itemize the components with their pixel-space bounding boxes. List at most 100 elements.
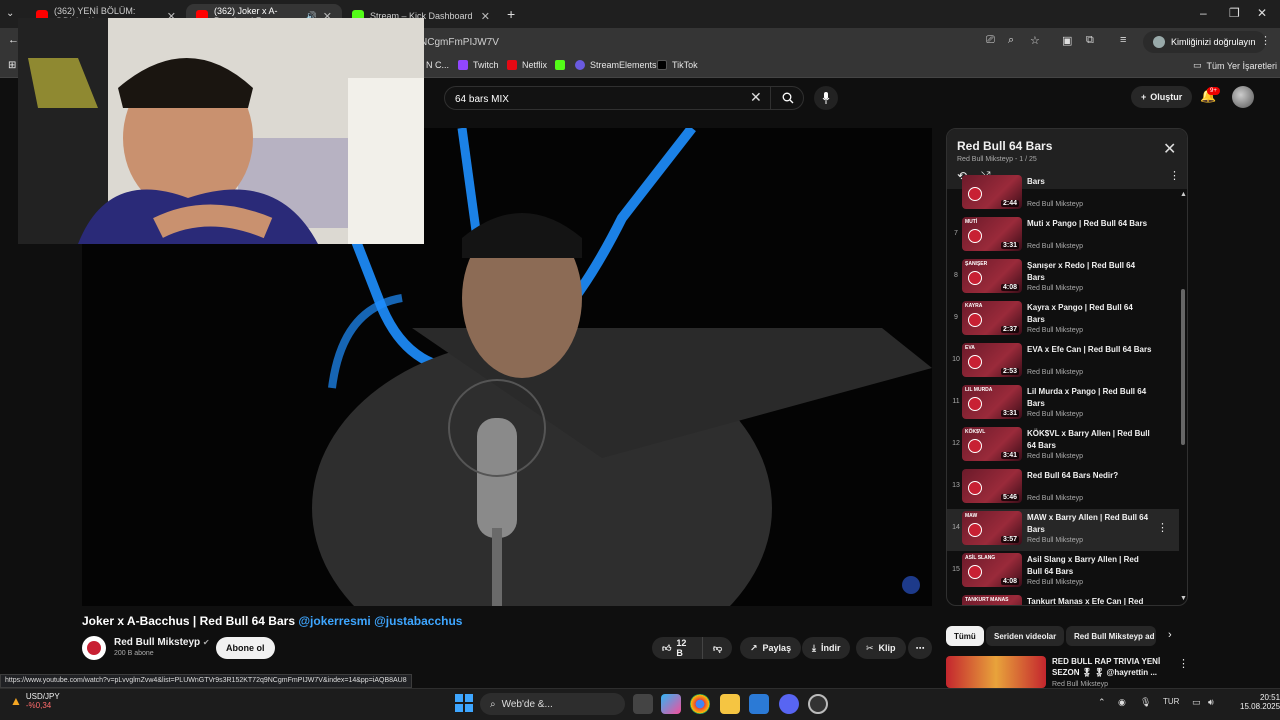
more-actions-button[interactable]: ⋯: [908, 637, 932, 659]
copilot-icon[interactable]: [661, 694, 681, 714]
playlist-item-thumbnail[interactable]: TANKURT MANAS: [962, 595, 1022, 605]
install-icon[interactable]: ⎚: [986, 34, 995, 47]
playlist-item-index: 11: [952, 398, 960, 405]
playlist-item-thumbnail[interactable]: MUTİ 3:31: [962, 217, 1022, 251]
menu-icon[interactable]: ⋮: [1260, 34, 1271, 47]
playlist-item-thumbnail[interactable]: MAW 3:57: [962, 511, 1022, 545]
share-label: Paylaş: [762, 643, 792, 653]
scroll-down-icon[interactable]: ▼: [1180, 595, 1187, 602]
playlist-item[interactable]: 10 EVA 2:53 EVA x Efe Can | Red Bull 64 Bar…: [947, 341, 1179, 383]
more-icon[interactable]: ⋮: [1178, 657, 1189, 670]
puzzle-icon[interactable]: ⧉: [1086, 34, 1094, 47]
tray-chevron-icon[interactable]: ⌃: [1098, 697, 1106, 708]
bookmark-1[interactable]: N C...: [426, 60, 449, 70]
playlist-item-thumbnail[interactable]: 2:44: [962, 175, 1022, 209]
download-button[interactable]: ⤓ İndir: [802, 637, 851, 659]
playlist-item-thumbnail[interactable]: KAYRA 2:37: [962, 301, 1022, 335]
tray-app-icon[interactable]: ◉: [1118, 697, 1126, 708]
obs-icon[interactable]: [808, 694, 828, 714]
scissors-icon: ✂: [866, 642, 874, 653]
account-avatar[interactable]: [1232, 86, 1254, 108]
apps-icon[interactable]: ⊞: [8, 60, 16, 71]
recommended-channel[interactable]: Red Bull Miksteyp: [1052, 681, 1108, 688]
bookmark-streamelements[interactable]: StreamElements: [575, 60, 657, 70]
search-button[interactable]: [770, 86, 804, 110]
search-input[interactable]: [455, 91, 745, 107]
playlist-item-channel: Red Bull Miksteyp: [1027, 243, 1084, 250]
playlist-item[interactable]: 9 KAYRA 2:37 Kayra x Pango | Red Bull 64 Ba…: [947, 299, 1179, 341]
zoom-icon[interactable]: ⌕: [1008, 34, 1014, 47]
playlist-item[interactable]: 14 MAW 3:57 MAW x Barry Allen | Red Bull 64…: [947, 509, 1179, 551]
widgets-button[interactable]: ▲ USD/JPY -%0,34: [10, 692, 60, 710]
playlist-item[interactable]: 15 ASİL SLANG 4:08 Asil Slang x Barry Allen…: [947, 551, 1179, 593]
bookmark-netflix[interactable]: Netflix: [507, 60, 547, 70]
bookmark-kick[interactable]: [555, 60, 565, 70]
playlist-scrollbar[interactable]: [1181, 289, 1185, 445]
all-bookmarks[interactable]: ▭ Tüm Yer İşaretleri: [1193, 60, 1277, 71]
extension-icon[interactable]: ▣: [1062, 34, 1072, 47]
playlist-item[interactable]: 16TANKURT MANASTankurt Manas x Efe Can |…: [947, 593, 1179, 605]
taskbar-search-label: Web'de &...: [501, 698, 553, 710]
bookmark-label: Twitch: [473, 60, 499, 70]
store-icon[interactable]: [749, 694, 769, 714]
profile-button[interactable]: Kimliğinizi doğrulayın: [1143, 31, 1266, 53]
video-tags[interactable]: @jokerresmi @justabacchus: [298, 614, 462, 628]
voice-search-button[interactable]: [814, 86, 838, 110]
star-icon[interactable]: ☆: [1030, 34, 1040, 47]
scroll-up-icon[interactable]: ▲: [1180, 191, 1187, 198]
media-icon[interactable]: ≡: [1120, 34, 1126, 46]
playlist-item[interactable]: 8 ŞANIŞER 4:08 Şanışer x Redo | Red Bull 64…: [947, 257, 1179, 299]
recommended-title[interactable]: RED BULL RAP TRIVIA YENİ SEZON 🎖 🎖 @hayr…: [1052, 656, 1162, 678]
task-view-icon[interactable]: [633, 694, 653, 714]
playlist-item-thumbnail[interactable]: EVA 2:53: [962, 343, 1022, 377]
playlist-item[interactable]: 2:44 Bars Red Bull Miksteyp: [947, 173, 1179, 215]
redbull-logo: [968, 313, 982, 327]
subscribe-button[interactable]: Abone ol: [216, 637, 275, 659]
maximize-icon[interactable]: ❐: [1229, 6, 1240, 20]
playlist-item[interactable]: 12 KÖK$VL 3:41 KÖK$VL x Barry Allen | Red B…: [947, 425, 1179, 467]
clock[interactable]: 20:51 15.08.2025: [1240, 693, 1280, 711]
bookmark-tiktok[interactable]: TikTok: [657, 60, 698, 70]
chrome-icon[interactable]: [690, 694, 710, 714]
share-button[interactable]: ↗ Paylaş: [740, 637, 802, 659]
mic-tray-icon[interactable]: 🎙︎: [1140, 697, 1151, 708]
channel-name[interactable]: Red Bull Miksteyp ✔: [114, 637, 210, 648]
url-text: NCgmFmPIJW7V: [420, 36, 499, 48]
volume-icon[interactable]: 🔊︎: [1208, 697, 1214, 708]
playlist-item[interactable]: 7 MUTİ 3:31 Muti x Pango | Red Bull 64 Bars…: [947, 215, 1179, 257]
playlist-item-thumbnail[interactable]: ŞANIŞER 4:08: [962, 259, 1022, 293]
playlist-item-thumbnail[interactable]: 5:46: [962, 469, 1022, 503]
playlist-item[interactable]: 13 5:46 Red Bull 64 Bars Nedir? Red Bull Mi…: [947, 467, 1179, 509]
close-icon[interactable]: ✕: [481, 10, 490, 23]
playlist-item-thumbnail[interactable]: ASİL SLANG 4:08: [962, 553, 1022, 587]
windows-start-icon[interactable]: [455, 694, 473, 712]
playlist-item-thumbnail[interactable]: KÖK$VL 3:41: [962, 427, 1022, 461]
playlist-item-thumbnail[interactable]: LIL MURDA 3:31: [962, 385, 1022, 419]
close-icon[interactable]: ✕: [1163, 139, 1176, 159]
clear-icon[interactable]: ✕: [750, 89, 762, 106]
create-button[interactable]: + Oluştur: [1131, 86, 1193, 108]
tab-list-icon[interactable]: ⌄: [6, 8, 14, 19]
chip-series[interactable]: Seriden videolar: [986, 626, 1065, 646]
minimize-icon[interactable]: –: [1200, 6, 1207, 20]
language-indicator[interactable]: TUR: [1163, 697, 1179, 706]
recommended-thumbnail[interactable]: [946, 656, 1046, 688]
playlist-title[interactable]: Red Bull 64 Bars: [957, 139, 1052, 153]
taskbar-search[interactable]: ⌕ Web'de &...: [480, 693, 625, 715]
channel-avatar[interactable]: [82, 636, 106, 660]
chip-all[interactable]: Tümü: [946, 626, 984, 646]
bookmark-twitch[interactable]: Twitch: [458, 60, 499, 70]
address-bar[interactable]: NCgmFmPIJW7V: [420, 32, 980, 52]
clip-button[interactable]: ✂ Klip: [856, 637, 906, 659]
chip-channel[interactable]: Red Bull Miksteyp ad: [1066, 626, 1156, 646]
discord-icon[interactable]: [779, 694, 799, 714]
dislike-button[interactable]: 👎︎: [702, 637, 732, 659]
new-tab-button[interactable]: +: [507, 6, 515, 22]
network-icon[interactable]: ▭: [1192, 697, 1201, 708]
file-explorer-icon[interactable]: [720, 694, 740, 714]
playlist-item[interactable]: 11 LIL MURDA 3:31 Lil Murda x Pango | Red B…: [947, 383, 1179, 425]
like-button[interactable]: 👍︎ 12 B: [652, 637, 702, 659]
close-window-icon[interactable]: ✕: [1257, 6, 1267, 20]
chevron-right-icon[interactable]: ›: [1168, 629, 1172, 641]
more-icon[interactable]: ⋮: [1157, 521, 1168, 534]
